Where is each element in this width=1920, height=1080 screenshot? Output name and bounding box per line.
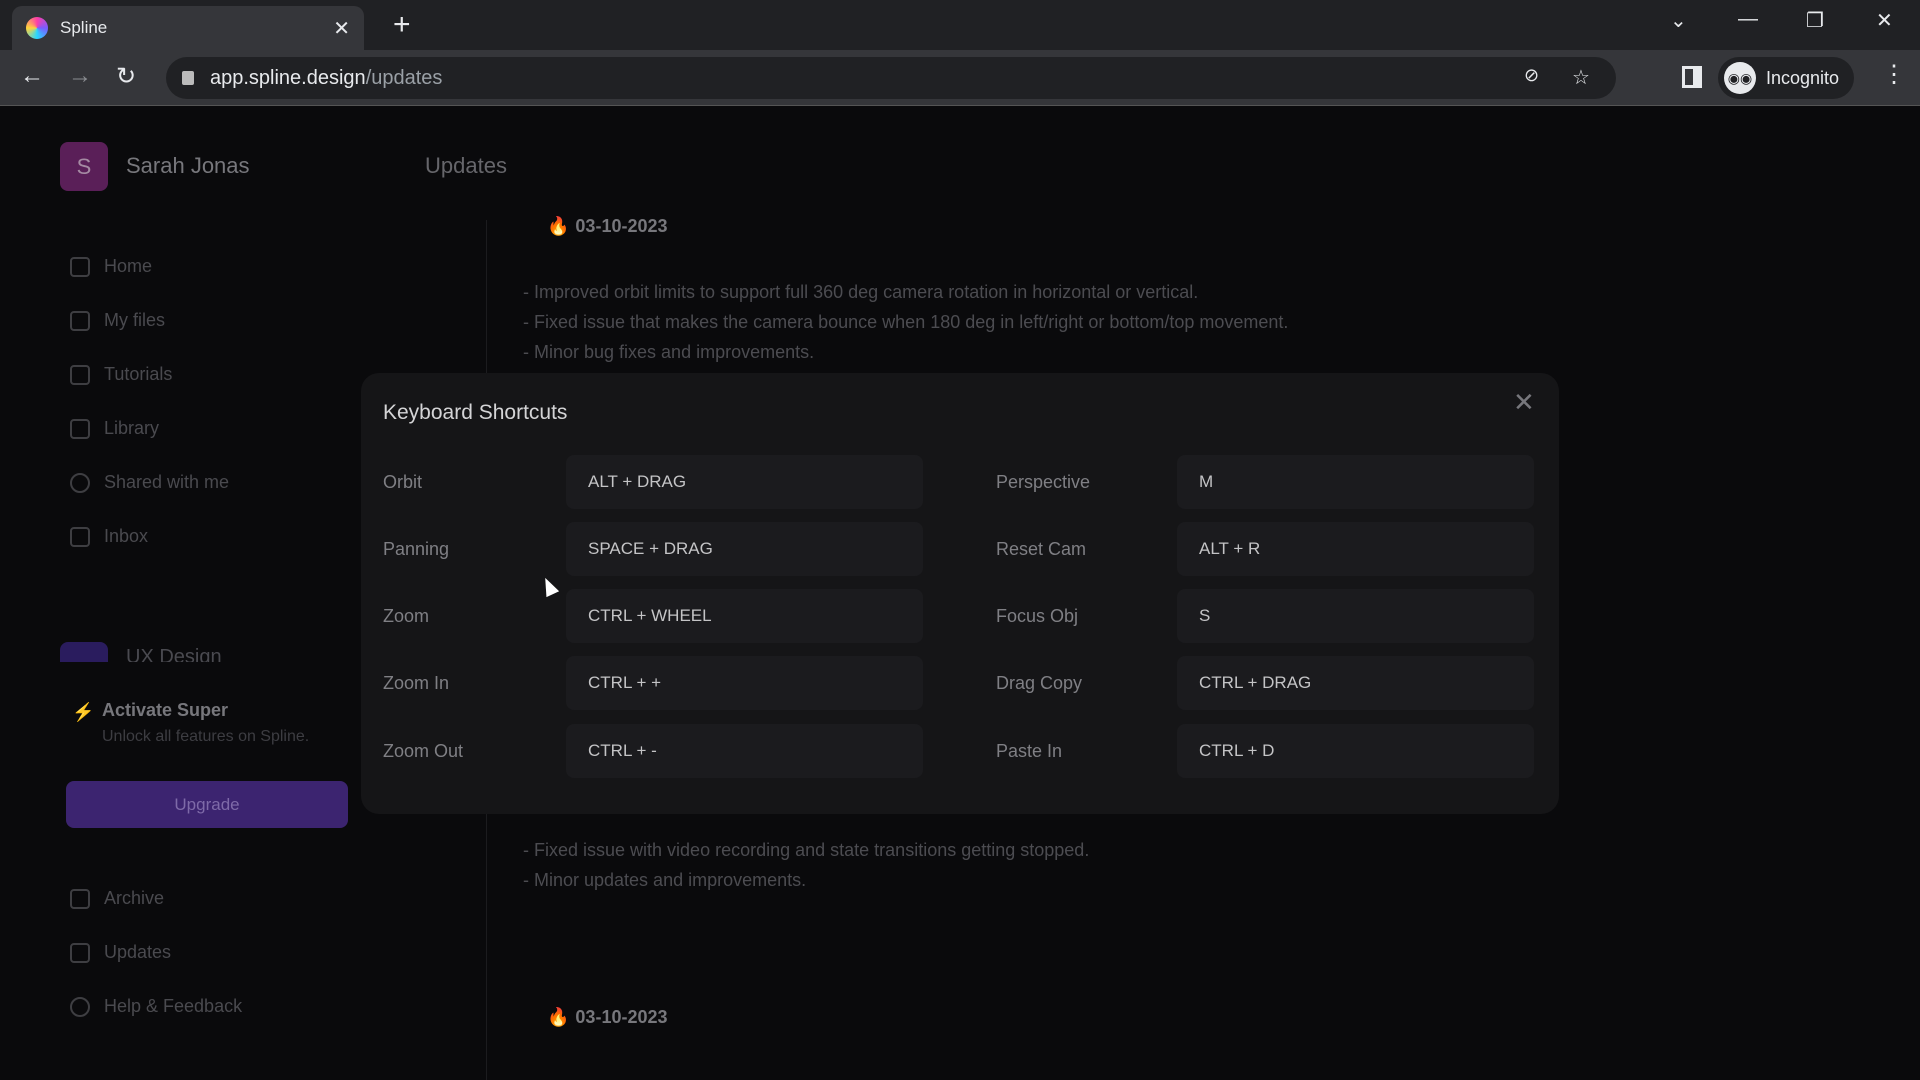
sidebar-item-my-files[interactable]: My files — [70, 310, 165, 331]
shortcut-keys: CTRL + WHEEL — [566, 589, 923, 643]
browser-toolbar: ← → ↻ app.spline.design/updates ☆ ⊘ ◉◉ I… — [0, 50, 1920, 106]
spline-logo-icon — [26, 17, 48, 39]
close-icon[interactable]: ✕ — [1513, 387, 1535, 418]
sidebar-item-library[interactable]: Library — [70, 418, 159, 439]
profile-label: Incognito — [1766, 67, 1840, 88]
sidebar-item-label: Home — [104, 256, 153, 276]
browser-tab[interactable]: Spline ✕ — [12, 6, 364, 50]
home-icon — [70, 256, 90, 277]
promo-subtitle: Unlock all features on Spline. — [102, 728, 310, 745]
help-icon — [70, 996, 90, 1017]
sidebar-item-shared[interactable]: Shared with me — [70, 472, 229, 493]
update-note: - Fixed issue with video recording and s… — [523, 840, 1090, 860]
update-date: 🔥 03-10-2023 — [547, 216, 668, 236]
url-host: app.spline.design — [210, 66, 366, 89]
shortcut-label: Reset Cam — [996, 539, 1087, 559]
shortcut-keys: ALT + DRAG — [566, 455, 923, 509]
update-date: 🔥 03-10-2023 — [547, 1007, 668, 1028]
close-window-icon[interactable]: ✕ — [1876, 8, 1893, 33]
menu-dots-icon[interactable]: ⋮ — [1882, 60, 1906, 89]
tab-strip: Spline ✕ + ⌄ — ❐ ✕ — [0, 0, 1920, 50]
shortcut-keys: CTRL + + — [566, 656, 923, 710]
date-text: 03-10-2023 — [575, 1007, 668, 1027]
reload-icon[interactable]: ↻ — [116, 62, 136, 91]
back-icon[interactable]: ← — [20, 62, 44, 90]
sidebar-item-label: Tutorials — [104, 364, 173, 384]
lock-icon — [182, 71, 194, 85]
shortcut-keys: CTRL + - — [566, 724, 923, 778]
sidebar-item-label: Updates — [104, 942, 172, 962]
side-panel-icon[interactable] — [1682, 66, 1702, 88]
shortcut-keys: M — [1177, 455, 1534, 509]
profile-button[interactable]: ◉◉ Incognito — [1718, 57, 1854, 99]
shortcut-label: Zoom In — [383, 673, 450, 693]
shortcut-keys: SPACE + DRAG — [566, 522, 923, 576]
update-note: - Improved orbit limits to support full … — [523, 282, 1199, 302]
book-icon — [70, 364, 90, 385]
eye-off-icon[interactable]: ⊘ — [1524, 65, 1539, 86]
shortcut-label: Drag Copy — [996, 673, 1083, 693]
team-selector[interactable]: UX Design — [60, 642, 350, 662]
tab-title: Spline — [60, 18, 108, 37]
sidebar-item-label: Help & Feedback — [104, 996, 243, 1016]
date-text: 03-10-2023 — [575, 216, 668, 236]
shortcut-label: Panning — [383, 539, 450, 559]
shortcut-label: Zoom — [383, 606, 430, 626]
sidebar-item-inbox[interactable]: Inbox — [70, 526, 148, 547]
shortcut-label: Zoom Out — [383, 741, 464, 761]
avatar[interactable]: S — [60, 142, 108, 191]
library-icon — [70, 418, 90, 439]
bookmark-star-icon[interactable]: ☆ — [1572, 65, 1590, 90]
star-icon — [70, 942, 90, 963]
pencil-icon — [70, 310, 90, 331]
new-tab-icon[interactable]: + — [393, 8, 411, 42]
incognito-icon: ◉◉ — [1724, 62, 1756, 94]
update-note: - Minor bug fixes and improvements. — [523, 342, 815, 362]
sidebar-item-archive[interactable]: Archive — [70, 888, 164, 909]
sidebar-item-label: Archive — [104, 888, 165, 908]
keyboard-shortcuts-modal: Keyboard Shortcuts ✕ Orbit ALT + DRAG Pann… — [361, 373, 1559, 814]
sidebar-item-help[interactable]: Help & Feedback — [70, 996, 242, 1017]
promo-title: Activate Super — [102, 700, 229, 720]
minimize-icon[interactable]: — — [1738, 8, 1758, 31]
bell-icon — [70, 526, 90, 547]
tab-search-icon[interactable]: ⌄ — [1670, 8, 1687, 33]
shortcut-label: Paste In — [996, 741, 1063, 761]
sidebar-item-label: Library — [104, 418, 160, 438]
sidebar-item-home[interactable]: Home — [70, 256, 152, 277]
page-title: Updates — [425, 153, 507, 178]
forward-icon[interactable]: → — [68, 62, 92, 90]
fire-icon: 🔥 — [547, 216, 570, 236]
user-name[interactable]: Sarah Jonas — [126, 153, 250, 179]
shortcut-label: Focus Obj — [996, 606, 1079, 626]
sidebar-item-label: Shared with me — [104, 472, 230, 492]
update-note: - Fixed issue that makes the camera boun… — [523, 312, 1289, 332]
bolt-icon: ⚡ — [72, 702, 95, 722]
shortcut-keys: ALT + R — [1177, 522, 1534, 576]
trash-icon — [70, 888, 90, 909]
user-circle-icon — [70, 472, 90, 493]
update-note: - Minor updates and improvements. — [523, 870, 807, 890]
upgrade-button[interactable]: Upgrade — [66, 781, 348, 828]
fire-icon: 🔥 — [547, 1007, 570, 1027]
address-bar[interactable]: app.spline.design/updates ☆ ⊘ — [166, 57, 1616, 99]
url-path: /updates — [365, 66, 443, 89]
shortcut-keys: CTRL + DRAG — [1177, 656, 1534, 710]
sidebar-item-label: Inbox — [104, 526, 149, 546]
sidebar-item-tutorials[interactable]: Tutorials — [70, 364, 172, 385]
shortcut-keys: S — [1177, 589, 1534, 643]
shortcut-label: Orbit — [383, 472, 423, 492]
restore-icon[interactable]: ❐ — [1806, 8, 1824, 33]
team-avatar — [60, 642, 108, 662]
shortcut-label: Perspective — [996, 472, 1091, 492]
shortcut-keys: CTRL + D — [1177, 724, 1534, 778]
modal-title: Keyboard Shortcuts — [383, 401, 568, 424]
sidebar-item-label: My files — [104, 310, 166, 330]
close-tab-icon[interactable]: ✕ — [333, 16, 350, 41]
team-name: UX Design — [126, 646, 222, 662]
sidebar-item-updates[interactable]: Updates — [70, 942, 171, 963]
